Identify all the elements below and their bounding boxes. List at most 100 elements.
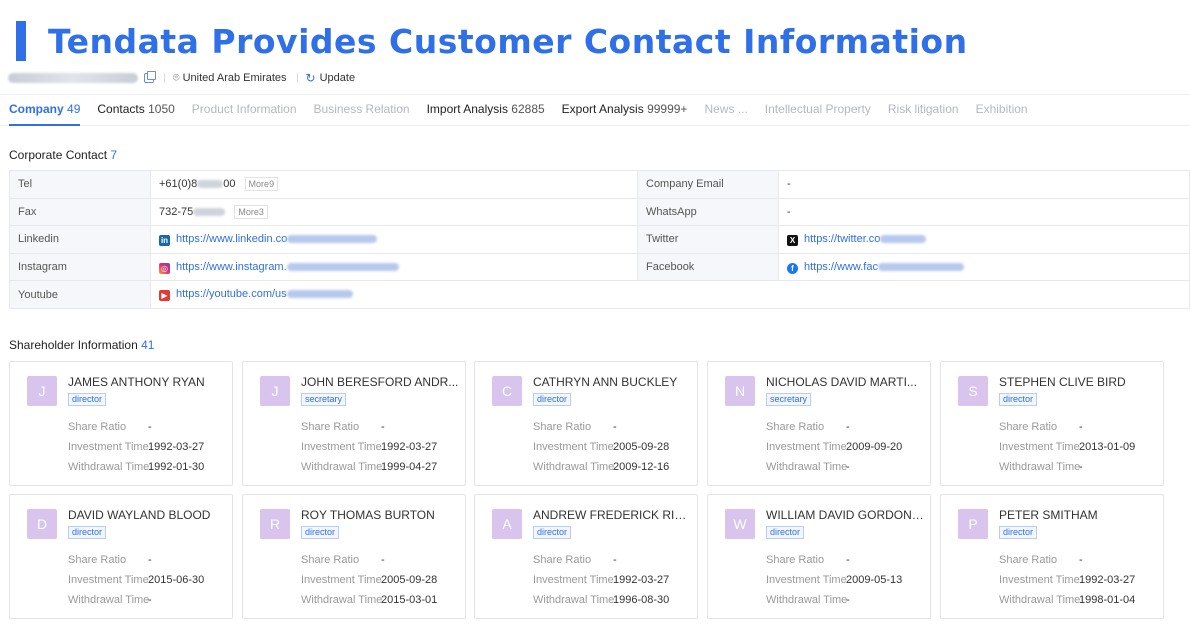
tab-exhibition[interactable]: Exhibition [976,94,1028,126]
withdrawal-time-label: Withdrawal Time [766,461,848,473]
share-ratio-value: - [148,421,152,433]
tab-company[interactable]: Company 49 [9,94,81,126]
shareholder-card[interactable]: A ANDREW FREDERICK RIC... director Share Ra… [474,494,698,619]
withdrawal-time-row: Withdrawal Time1996-08-30 [533,594,669,606]
tab-label: Export Analysis [561,102,644,116]
linkedin-icon: in [159,234,170,246]
twitter-link[interactable]: https://twitter.co [804,233,880,245]
share-ratio-row: Share Ratio - [301,554,385,566]
withdrawal-time-value: - [846,461,850,473]
twitter-label: Twitter [637,225,779,254]
facebook-value: f https://www.fac [778,252,1190,282]
section-title-text: Shareholder Information [9,338,138,352]
shareholder-name: STEPHEN CLIVE BIRD [999,375,1126,389]
tab-bar: Company 49 Contacts 1050 Product Informati… [0,94,1190,126]
tab-contacts[interactable]: Contacts 1050 [97,94,174,126]
withdrawal-time-row: Withdrawal Time1992-01-30 [68,461,204,473]
linkedin-redacted [287,235,378,244]
shareholder-card[interactable]: J JOHN BERESFORD ANDR... secretary Share Ra… [242,361,466,486]
more-label: More [238,206,259,217]
shareholder-card[interactable]: J JAMES ANTHONY RYAN director Share Ratio - I… [9,361,233,486]
share-ratio-row: Share Ratio - [68,421,152,433]
shareholder-card[interactable]: P PETER SMITHAM director Share Ratio - Invest… [940,494,1164,619]
facebook-redacted [877,262,964,271]
share-ratio-row: Share Ratio - [533,554,617,566]
avatar: A [492,509,522,539]
investment-time-label: Investment Time [999,574,1080,586]
avatar: W [725,509,755,539]
instagram-redacted [286,262,399,271]
update-button[interactable]: Update [320,72,355,84]
investment-time-value: 2009-05-13 [846,574,903,586]
divider [296,73,298,83]
share-ratio-label: Share Ratio [766,421,825,433]
tab-risk-litigation[interactable]: Risk litigation [888,94,959,126]
withdrawal-time-row: Withdrawal Time- [999,461,1083,473]
role-badge: director [68,393,107,406]
linkedin-link[interactable]: https://www.linkedin.co [176,233,287,245]
tab-product-information[interactable]: Product Information [192,94,297,126]
banner-accent-bar [16,21,26,61]
withdrawal-time-label: Withdrawal Time [301,461,383,473]
instagram-link[interactable]: https://www.instagram. [176,261,287,273]
linkedin-label: Linkedin [9,225,151,254]
tel-more-button[interactable]: More9 [244,177,279,192]
tab-business-relation[interactable]: Business Relation [314,94,410,126]
fax-more-button[interactable]: More3 [234,204,268,219]
share-ratio-label: Share Ratio [68,554,127,566]
tel-value: +61(0)8 00 More9 [150,170,638,199]
share-ratio-row: Share Ratio - [301,421,385,433]
avatar: S [958,376,988,406]
corporate-contact-title: Corporate Contact 7 [9,148,117,162]
share-ratio-label: Share Ratio [766,554,825,566]
share-ratio-value: - [846,554,850,566]
shareholder-card[interactable]: R ROY THOMAS BURTON director Share Ratio - In… [242,494,466,619]
withdrawal-time-row: Withdrawal Time- [766,461,850,473]
shareholder-card[interactable]: W WILLIAM DAVID GORDON ... director Share R… [707,494,931,619]
shareholder-name: JAMES ANTHONY RYAN [68,375,205,389]
role-badge: director [999,393,1038,406]
shareholder-card[interactable]: C CATHRYN ANN BUCKLEY director Share Ratio -… [474,361,698,486]
investment-time-label: Investment Time [766,441,847,453]
youtube-icon: ▶ [159,290,170,302]
company-name-redacted [8,73,138,83]
shareholder-name: PETER SMITHAM [999,508,1098,522]
share-ratio-label: Share Ratio [999,554,1058,566]
tel-label: Tel [9,170,151,199]
withdrawal-time-row: Withdrawal Time1998-01-04 [999,594,1135,606]
company-subbar: ⌾ United Arab Emirates ↻ Update [8,70,365,86]
share-ratio-label: Share Ratio [301,554,360,566]
banner-title: Tendata Provides Customer Contact Inform… [48,21,968,61]
investment-time-label: Investment Time [68,574,149,586]
share-ratio-row: Share Ratio - [766,554,850,566]
shareholder-name: ANDREW FREDERICK RIC... [533,508,691,522]
tab-import-analysis[interactable]: Import Analysis 62885 [427,94,545,126]
investment-time-value: 2005-09-28 [381,574,438,586]
company-location: United Arab Emirates [182,72,287,84]
shareholder-card[interactable]: D DAVID WAYLAND BLOOD director Share Ratio -… [9,494,233,619]
instagram-value: ◎ https://www.instagram. [150,252,638,282]
copy-icon[interactable] [144,71,156,83]
tab-export-analysis[interactable]: Export Analysis 99999+ [562,94,688,126]
whatsapp-value: - [778,197,1190,227]
divider [164,73,165,83]
investment-time-row: Investment Time2009-09-20 [766,441,902,453]
shareholder-card[interactable]: N NICHOLAS DAVID MARTI... secretary Share R… [707,361,931,486]
investment-time-value: 2005-09-28 [613,441,670,453]
youtube-link[interactable]: https://youtube.com/us [176,288,287,300]
withdrawal-time-label: Withdrawal Time [766,594,848,606]
shareholder-card[interactable]: S STEPHEN CLIVE BIRD director Share Ratio - I… [940,361,1164,486]
refresh-icon[interactable]: ↻ [306,71,316,85]
investment-time-value: 1992-03-27 [613,574,670,586]
withdrawal-time-label: Withdrawal Time [999,594,1081,606]
investment-time-label: Investment Time [999,441,1080,453]
role-badge: director [301,526,340,539]
withdrawal-time-label: Withdrawal Time [68,461,150,473]
tab-intellectual-property[interactable]: Intellectual Property [765,94,871,126]
withdrawal-time-value: 2009-12-16 [613,461,670,473]
tab-news[interactable]: News ... [704,94,747,126]
tab-label: Product Information [191,102,297,116]
role-badge: director [766,526,805,539]
share-ratio-value: - [381,421,385,433]
facebook-link[interactable]: https://www.fac [804,261,878,273]
